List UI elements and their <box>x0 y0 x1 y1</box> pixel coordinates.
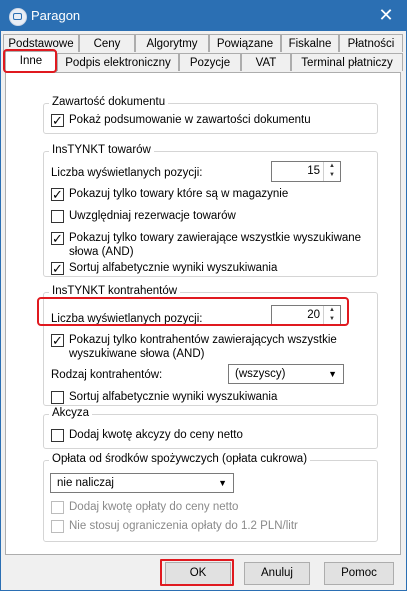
checkbox-label: Pokazuj tylko kontrahentów zawierających… <box>69 334 337 346</box>
chevron-down-icon: ▼ <box>328 369 337 379</box>
tab-algorytmy[interactable]: Algorytmy <box>135 34 209 52</box>
tab-platnosci[interactable]: Płatności <box>339 34 403 52</box>
group-instynkt-kontrahentow: InsTYNKT kontrahentów Liczba wyświetlany… <box>43 285 378 406</box>
spinner-value: 20 <box>307 309 320 321</box>
title-bar: Paragon ✕ <box>1 1 406 31</box>
checkbox-nie-stosuj-ograniczenia[interactable] <box>51 520 64 533</box>
tab-podpis-elektroniczny[interactable]: Podpis elektroniczny <box>57 53 179 71</box>
select-value: (wszyscy) <box>235 368 286 380</box>
checkbox-pokaz-podsumowanie[interactable] <box>51 112 64 129</box>
group-title: InsTYNKT kontrahentów <box>49 285 181 297</box>
cancel-button[interactable]: Anuluj <box>244 562 310 585</box>
group-instynkt-towarow: InsTYNKT towarów Liczba wyświetlanych po… <box>43 144 378 277</box>
checkbox-label: Pokazuj tylko towary zawierające wszystk… <box>69 232 362 244</box>
tab-powiazane[interactable]: Powiązane <box>209 34 281 52</box>
tab-podstawowe[interactable]: Podstawowe <box>3 34 79 52</box>
tab-inne[interactable]: Inne <box>5 51 57 72</box>
group-title: Opłata od środków spożywczych (opłata cu… <box>49 453 311 465</box>
checkbox-rezerwacje[interactable] <box>51 210 64 223</box>
checkbox-akcyza[interactable] <box>51 429 64 442</box>
tab-fiskalne[interactable]: Fiskalne <box>281 34 339 52</box>
group-title: InsTYNKT towarów <box>49 144 154 156</box>
spinner-arrows-icon[interactable]: ▲ ▼ <box>323 306 340 325</box>
checkbox-label: Uwzględniaj rezerwacje towarów <box>69 210 236 222</box>
count-label: Liczba wyświetlanych pozycji: <box>51 313 203 325</box>
group-oplata-cukrowa: Opłata od środków spożywczych (opłata cu… <box>43 453 378 542</box>
checkbox-label: Dodaj kwotę akcyzy do ceny netto <box>69 429 243 441</box>
checkbox-label: Dodaj kwotę opłaty do ceny netto <box>69 501 239 513</box>
count-label: Liczba wyświetlanych pozycji: <box>51 167 203 179</box>
checkbox-label: Nie stosuj ograniczenia opłaty do 1.2 PL… <box>69 520 298 532</box>
close-icon[interactable]: ✕ <box>366 1 406 31</box>
checkbox-label-line2: słowa (AND) <box>69 246 134 258</box>
count-spinner-towary[interactable]: 15 ▲ ▼ <box>271 161 341 182</box>
checkbox-sortuj-kontrahenci[interactable] <box>51 391 64 404</box>
checkbox-sortuj-towary[interactable] <box>51 260 64 277</box>
group-title: Akcyza <box>49 407 93 419</box>
checkbox-and-kontrahenci[interactable] <box>51 332 64 349</box>
spinner-value: 15 <box>307 165 320 177</box>
help-button[interactable]: Pomoc <box>324 562 394 585</box>
rodzaj-kontrahentow-select[interactable]: (wszyscy) ▼ <box>228 364 344 384</box>
window-title: Paragon <box>31 8 81 23</box>
checkbox-dodaj-oplate[interactable] <box>51 501 64 514</box>
group-akcyza: Akcyza Dodaj kwotę akcyzy do ceny netto <box>43 407 378 449</box>
tab-ceny[interactable]: Ceny <box>79 34 135 52</box>
tab-panel-inne: Zawartość dokumentu Pokaż podsumowanie w… <box>5 72 401 555</box>
rodzaj-label: Rodzaj kontrahentów: <box>51 369 163 381</box>
app-icon <box>9 8 27 26</box>
tab-pozycje[interactable]: Pozycje <box>179 53 241 71</box>
oplata-select[interactable]: nie naliczaj ▼ <box>50 473 234 493</box>
checkbox-label-line2: wyszukiwane słowa (AND) <box>69 348 205 360</box>
checkbox-tylko-w-magazynie[interactable] <box>51 186 64 203</box>
checkbox-label: Pokazuj tylko towary które są w magazyni… <box>69 188 289 200</box>
tab-terminal-platniczy[interactable]: Terminal płatniczy <box>291 53 403 71</box>
checkbox-label: Sortuj alfabetycznie wyniki wyszukiwania <box>69 262 278 274</box>
group-zawartosc-dokumentu: Zawartość dokumentu Pokaż podsumowanie w… <box>43 96 378 134</box>
ok-button[interactable]: OK <box>165 562 231 585</box>
checkbox-label: Sortuj alfabetycznie wyniki wyszukiwania <box>69 391 278 403</box>
chevron-down-icon: ▼ <box>218 478 227 488</box>
count-spinner-kontrahenci[interactable]: 20 ▲ ▼ <box>271 305 341 326</box>
checkbox-label: Pokaż podsumowanie w zawartości dokument… <box>69 114 311 126</box>
checkbox-and-towary[interactable] <box>51 230 64 247</box>
select-value: nie naliczaj <box>57 477 114 489</box>
spinner-arrows-icon[interactable]: ▲ ▼ <box>323 162 340 181</box>
dialog-window: Paragon ✕ Podstawowe Ceny Algorytmy Powi… <box>0 0 407 591</box>
group-title: Zawartość dokumentu <box>49 96 169 108</box>
tab-vat[interactable]: VAT <box>241 53 291 71</box>
